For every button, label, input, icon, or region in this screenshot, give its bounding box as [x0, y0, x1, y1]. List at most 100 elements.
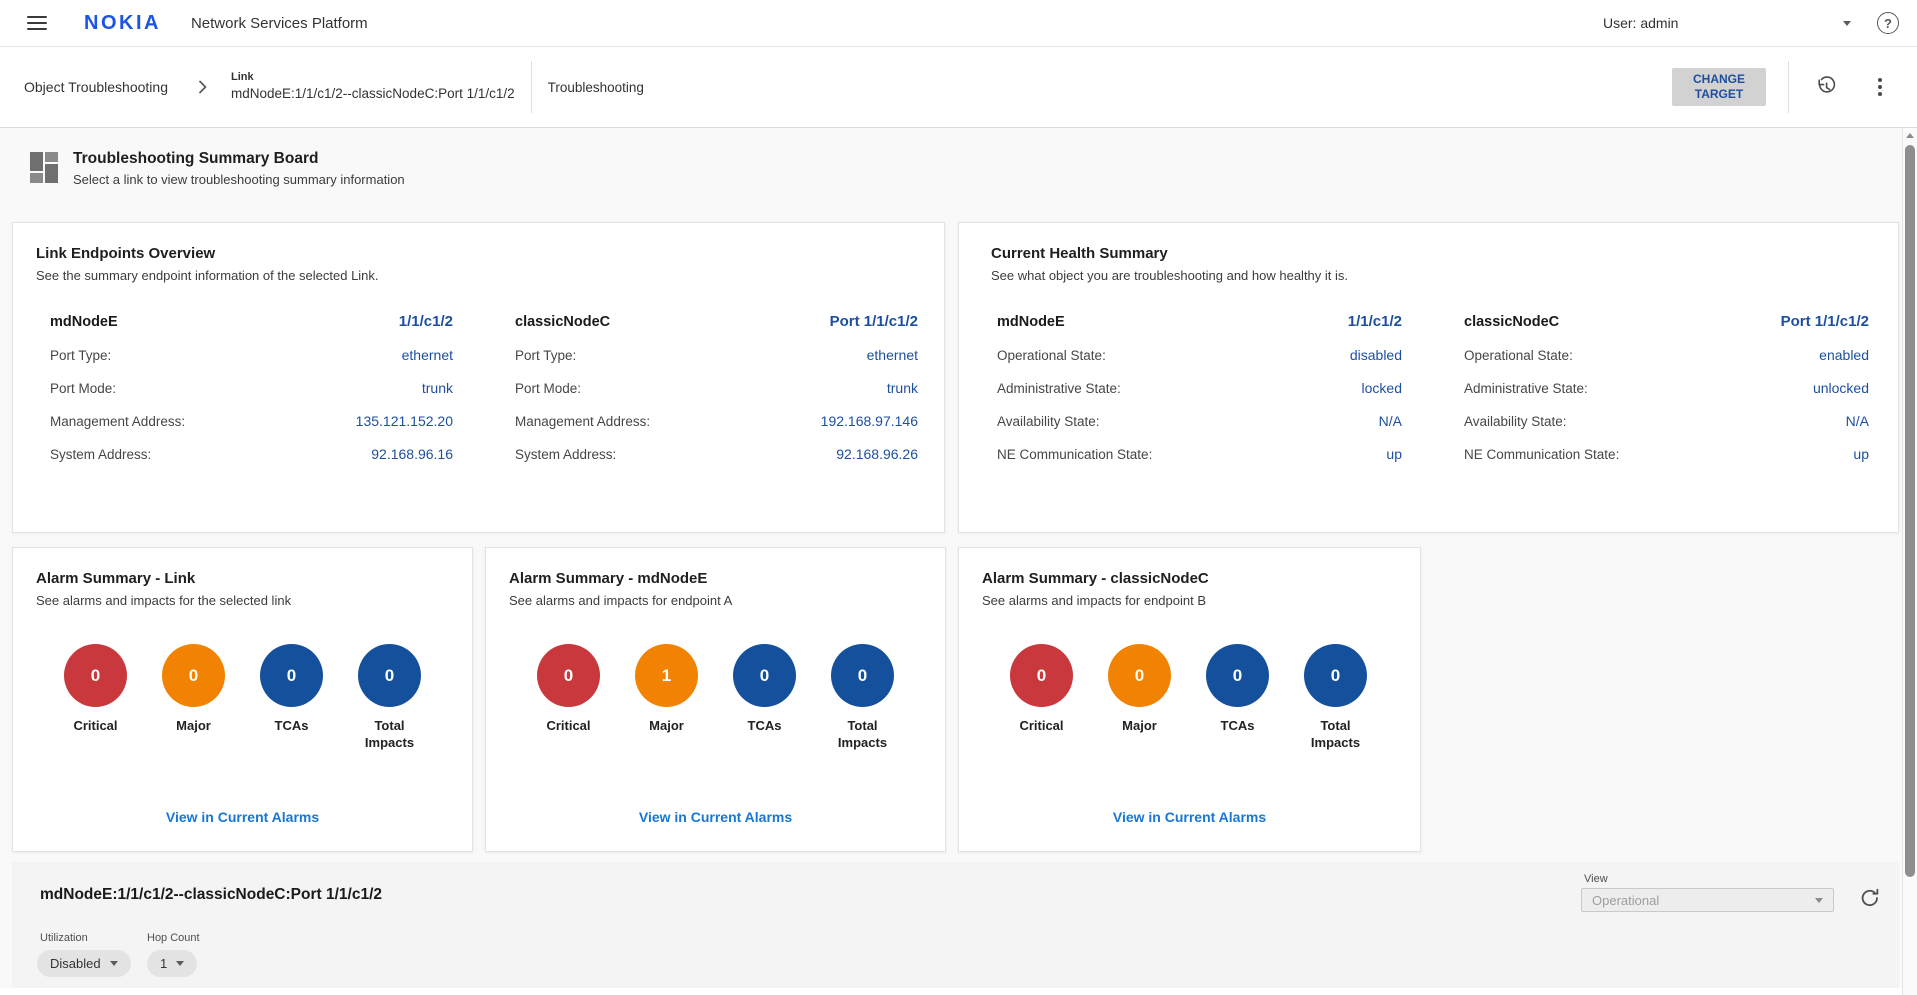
change-target-button[interactable]: CHANGETARGET	[1672, 68, 1766, 106]
view-in-current-alarms-link[interactable]: View in Current Alarms	[166, 809, 319, 825]
major-count-circle: 0	[1108, 644, 1171, 707]
page-title: Troubleshooting Summary Board	[73, 150, 405, 168]
card-subtitle: See alarms and impacts for endpoint B	[959, 587, 1420, 608]
breadcrumb-target-type: Link	[231, 70, 515, 85]
breadcrumb-section[interactable]: Troubleshooting	[548, 80, 644, 95]
endpoint-name: mdNodeE	[50, 314, 118, 330]
card-subtitle: See alarms and impacts for the selected …	[13, 587, 472, 608]
total-impacts-counter: 0 Total Impacts	[1304, 644, 1367, 752]
field-value: N/A	[1379, 413, 1402, 429]
view-select[interactable]: Operational	[1581, 888, 1834, 912]
field-value: up	[1386, 446, 1402, 462]
troubleshooting-summary-screen: NOKIA Network Services Platform User: ad…	[0, 0, 1917, 995]
major-counter: 0 Major	[1108, 644, 1171, 752]
card-subtitle: See alarms and impacts for endpoint A	[486, 587, 945, 608]
panel-bottom-gap	[0, 988, 1902, 995]
endpoint-name: classicNodeC	[1464, 314, 1559, 330]
total-impacts-counter: 0 Total Impacts	[831, 644, 894, 752]
help-icon[interactable]: ?	[1877, 12, 1899, 34]
endpoint-b-health: classicNodeC Port 1/1/c1/2 Operational S…	[1464, 313, 1869, 479]
top-app-bar: NOKIA Network Services Platform User: ad…	[0, 0, 1917, 47]
breadcrumb-target[interactable]: Link mdNodeE:1/1/c1/2--classicNodeC:Port…	[231, 70, 515, 103]
field-value: ethernet	[402, 347, 453, 363]
current-health-card: Current Health Summary See what object y…	[958, 222, 1899, 533]
field-value: 135.121.152.20	[356, 413, 453, 429]
total-impacts-count-circle: 0	[1304, 644, 1367, 707]
card-subtitle: See what object you are troubleshooting …	[959, 262, 1898, 283]
field-label: Port Mode:	[50, 381, 116, 396]
field-label: Administrative State:	[997, 381, 1121, 396]
tcas-count-circle: 0	[260, 644, 323, 707]
breadcrumb-bar: Object Troubleshooting Link mdNodeE:1/1/…	[0, 47, 1917, 128]
card-title: Link Endpoints Overview	[13, 223, 944, 262]
field-label: Port Type:	[515, 348, 576, 363]
vertical-scrollbar[interactable]	[1902, 128, 1917, 995]
history-icon[interactable]	[1811, 72, 1841, 102]
chevron-down-icon	[110, 961, 118, 966]
hop-count-value: 1	[160, 956, 167, 971]
utilization-label: Utilization	[40, 932, 88, 944]
refresh-icon[interactable]	[1856, 884, 1884, 912]
major-counter: 1 Major	[635, 644, 698, 752]
hop-count-label: Hop Count	[147, 932, 200, 944]
alarm-summary-classicnodec-card: Alarm Summary - classicNodeC See alarms …	[958, 547, 1421, 852]
tcas-count-circle: 0	[1206, 644, 1269, 707]
endpoint-port: 1/1/c1/2	[1348, 313, 1402, 330]
view-label: View	[1584, 873, 1608, 885]
endpoint-name: mdNodeE	[997, 314, 1065, 330]
kebab-menu-icon[interactable]	[1867, 78, 1893, 96]
hop-count-dropdown[interactable]: 1	[147, 950, 197, 977]
card-title: Alarm Summary - mdNodeE	[486, 548, 945, 587]
tcas-counter: 0 TCAs	[1206, 644, 1269, 752]
utilization-dropdown[interactable]: Disabled	[37, 950, 131, 977]
card-title: Alarm Summary - classicNodeC	[959, 548, 1420, 587]
endpoint-name: classicNodeC	[515, 314, 610, 330]
hamburger-menu-icon[interactable]	[27, 16, 47, 30]
total-impacts-counter: 0 Total Impacts	[358, 644, 421, 752]
field-value: N/A	[1846, 413, 1869, 429]
chevron-down-icon	[176, 961, 184, 966]
major-count-circle: 0	[162, 644, 225, 707]
chevron-right-icon	[198, 80, 207, 94]
chevron-down-icon	[1843, 21, 1851, 26]
endpoint-port: 1/1/c1/2	[399, 313, 453, 330]
nokia-logo: NOKIA	[84, 12, 161, 35]
total-impacts-count-circle: 0	[358, 644, 421, 707]
field-label: Port Type:	[50, 348, 111, 363]
alarm-summary-mdnodee-card: Alarm Summary - mdNodeE See alarms and i…	[485, 547, 946, 852]
field-value: 92.168.96.26	[836, 446, 918, 462]
field-label: Port Mode:	[515, 381, 581, 396]
total-impacts-count-circle: 0	[831, 644, 894, 707]
app-title: Network Services Platform	[191, 15, 368, 32]
field-label: Administrative State:	[1464, 381, 1588, 396]
endpoint-b-overview: classicNodeC Port 1/1/c1/2 Port Type:eth…	[515, 313, 918, 479]
field-value: 192.168.97.146	[821, 413, 918, 429]
view-select-value: Operational	[1592, 893, 1659, 908]
dashboard-icon	[30, 152, 58, 183]
scrollbar-thumb[interactable]	[1905, 145, 1915, 877]
field-label: Availability State:	[997, 414, 1100, 429]
critical-counter: 0 Critical	[1010, 644, 1073, 752]
field-value: enabled	[1819, 347, 1869, 363]
field-label: Availability State:	[1464, 414, 1567, 429]
major-count-circle: 1	[635, 644, 698, 707]
view-in-current-alarms-link[interactable]: View in Current Alarms	[1113, 809, 1266, 825]
view-in-current-alarms-link[interactable]: View in Current Alarms	[639, 809, 792, 825]
breadcrumb-root[interactable]: Object Troubleshooting	[24, 79, 168, 95]
field-value: trunk	[422, 380, 453, 396]
scroll-up-arrow-icon[interactable]	[1906, 133, 1914, 138]
tcas-counter: 0 TCAs	[260, 644, 323, 752]
utilization-value: Disabled	[50, 956, 101, 971]
endpoint-a-health: mdNodeE 1/1/c1/2 Operational State:disab…	[997, 313, 1402, 479]
chevron-down-icon	[1815, 898, 1823, 903]
endpoint-port: Port 1/1/c1/2	[1781, 313, 1869, 330]
endpoint-a-overview: mdNodeE 1/1/c1/2 Port Type: ethernet Port…	[50, 313, 453, 479]
critical-count-circle: 0	[1010, 644, 1073, 707]
field-value: 92.168.96.16	[371, 446, 453, 462]
field-value: unlocked	[1813, 380, 1869, 396]
major-counter: 0 Major	[162, 644, 225, 752]
field-value: trunk	[887, 380, 918, 396]
field-label: NE Communication State:	[997, 447, 1152, 462]
field-label: System Address:	[515, 447, 616, 462]
user-menu[interactable]: User: admin	[1603, 15, 1851, 31]
